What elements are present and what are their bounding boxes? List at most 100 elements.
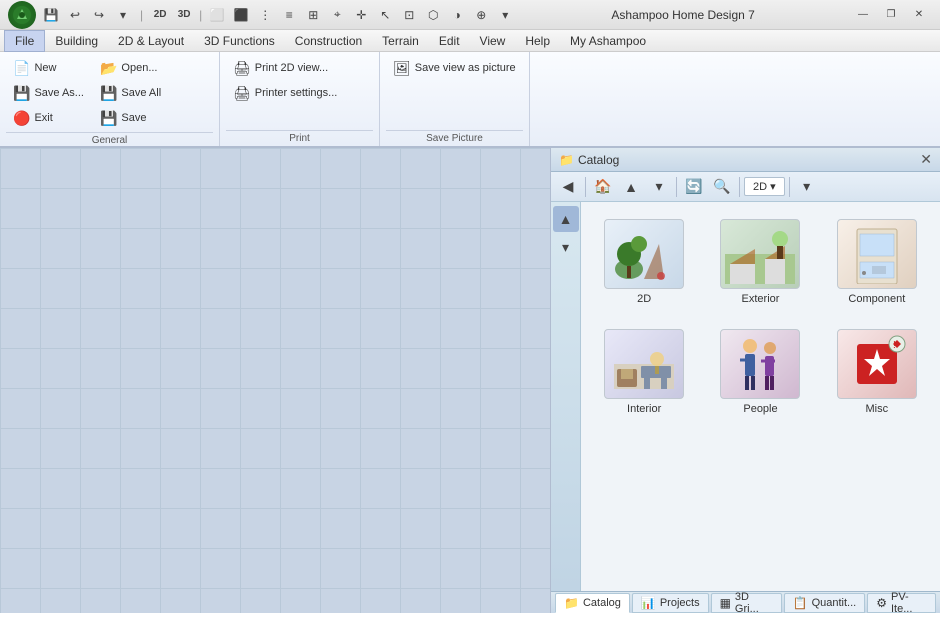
cat-sep-3 xyxy=(739,177,740,197)
save-all-button[interactable]: 💾 Save All xyxy=(93,81,168,105)
quick-tool11[interactable]: ◑ xyxy=(446,4,468,26)
separator2: | xyxy=(199,8,202,22)
quick-tool4[interactable]: ≡ xyxy=(278,4,300,26)
close-btn[interactable]: ✕ xyxy=(906,5,932,25)
menu-help[interactable]: Help xyxy=(515,30,560,52)
tab-3dgrid[interactable]: ▦ 3D Gri... xyxy=(711,593,782,613)
menu-construction[interactable]: Construction xyxy=(285,30,372,52)
menu-2dlayout[interactable]: 2D & Layout xyxy=(108,30,194,52)
tab-catalog-label: Catalog xyxy=(583,597,621,609)
cat-sep-2 xyxy=(676,177,677,197)
ribbon-col-savepic: 🖼 Save view as picture xyxy=(386,56,523,128)
new-button[interactable]: 📄 New xyxy=(6,56,91,80)
print-2d-button[interactable]: 🖨 Print 2D view... xyxy=(226,56,344,80)
catalog-title: 📁 Catalog xyxy=(559,153,619,167)
catalog-panel: 📁 Catalog ✕ ◀ 🏠 ▲ ▾ 🔄 🔍 2D ▾ ▾ ▲ ▾ xyxy=(550,148,940,613)
saveview-icon: 🖼 xyxy=(393,60,411,77)
quick-tool12[interactable]: ⊕ xyxy=(470,4,492,26)
cat-thumb-people xyxy=(720,329,800,399)
cat-more-btn[interactable]: ▾ xyxy=(794,175,820,199)
saveview-label: Save view as picture xyxy=(415,62,516,74)
menu-terrain[interactable]: Terrain xyxy=(372,30,429,52)
sidenav-btn-1[interactable]: ▲ xyxy=(553,206,579,232)
tab-projects-icon: 📊 xyxy=(641,596,656,610)
new-label: New xyxy=(34,62,56,74)
tab-quantity-label: Quantit... xyxy=(812,597,857,609)
cat-thumb-component xyxy=(837,219,917,289)
menu-view[interactable]: View xyxy=(470,30,516,52)
quick-access-toolbar: 💾 ↩ ↪ ▾ | 2D 3D | ⬜ ⬛ ⋮ ≡ ⊞ ⌖ ✛ ↖ ⊡ ⬡ ◑ … xyxy=(40,4,516,26)
quick-tool2[interactable]: ⬛ xyxy=(230,4,252,26)
exit-label: Exit xyxy=(34,112,52,124)
title-bar: 💾 ↩ ↪ ▾ | 2D 3D | ⬜ ⬛ ⋮ ≡ ⊞ ⌖ ✛ ↖ ⊡ ⬡ ◑ … xyxy=(0,0,940,30)
menu-bar: File Building 2D & Layout 3D Functions C… xyxy=(0,30,940,52)
save-as-button[interactable]: 💾 Save As... xyxy=(6,81,91,105)
exit-button[interactable]: 🔴 Exit xyxy=(6,106,91,130)
catalog-item-people[interactable]: People xyxy=(707,322,813,422)
menu-file[interactable]: File xyxy=(4,30,45,52)
quick-3d-btn[interactable]: 3D xyxy=(173,4,195,26)
menu-edit[interactable]: Edit xyxy=(429,30,470,52)
cat-2d-label[interactable]: 2D ▾ xyxy=(744,177,785,196)
catalog-close-button[interactable]: ✕ xyxy=(920,151,932,168)
quick-tool3[interactable]: ⋮ xyxy=(254,4,276,26)
cat-nav2-btn[interactable]: ▾ xyxy=(646,175,672,199)
cat-label-2d: 2D xyxy=(637,293,651,305)
sidenav-btn-2[interactable]: ▾ xyxy=(553,234,579,260)
ribbon-group-savepicture-content: 🖼 Save view as picture xyxy=(386,56,523,128)
saveas-label: Save As... xyxy=(34,87,84,99)
svg-text:!: ! xyxy=(893,340,896,351)
saveall-label: Save All xyxy=(121,87,161,99)
printer-settings-button[interactable]: 🖨 Printer settings... xyxy=(226,81,344,105)
catalog-item-component[interactable]: Component xyxy=(824,212,930,312)
quick-tool13[interactable]: ▾ xyxy=(494,4,516,26)
save-view-button[interactable]: 🖼 Save view as picture xyxy=(386,56,523,80)
menu-3dfunctions[interactable]: 3D Functions xyxy=(194,30,285,52)
general-group-label: General xyxy=(6,132,213,146)
cat-refresh-btn[interactable]: 🔄 xyxy=(681,175,707,199)
quick-tool9[interactable]: ⊡ xyxy=(398,4,420,26)
quick-tool6[interactable]: ⌖ xyxy=(326,4,348,26)
tab-projects[interactable]: 📊 Projects xyxy=(632,593,709,613)
quick-redo-btn[interactable]: ↪ xyxy=(88,4,110,26)
print2d-label: Print 2D view... xyxy=(255,62,328,74)
quick-tool8[interactable]: ↖ xyxy=(374,4,396,26)
quick-undo-btn[interactable]: ↩ xyxy=(64,4,86,26)
quick-tool10[interactable]: ⬡ xyxy=(422,4,444,26)
menu-myashampoo[interactable]: My Ashampoo xyxy=(560,30,656,52)
menu-building[interactable]: Building xyxy=(45,30,108,52)
open-button[interactable]: 📂 Open... xyxy=(93,56,168,80)
quick-tool7[interactable]: ✛ xyxy=(350,4,372,26)
catalog-item-2d[interactable]: 2D xyxy=(591,212,697,312)
cat-home-btn[interactable]: 🏠 xyxy=(590,175,616,199)
tab-pvitems[interactable]: ⚙ PV-Ite... xyxy=(867,593,936,613)
open-icon: 📂 xyxy=(100,60,117,77)
catalog-item-exterior[interactable]: Exterior xyxy=(707,212,813,312)
print-group-label: Print xyxy=(226,130,373,144)
quick-save-btn[interactable]: 💾 xyxy=(40,4,62,26)
new-icon: 📄 xyxy=(13,60,30,77)
tab-projects-label: Projects xyxy=(660,597,700,609)
minimize-btn[interactable]: — xyxy=(850,5,876,25)
tab-quantity[interactable]: 📋 Quantit... xyxy=(784,593,866,613)
save-button[interactable]: 💾 Save xyxy=(93,106,168,130)
catalog-folder-icon: 📁 xyxy=(559,153,574,167)
cat-nav1-btn[interactable]: ▲ xyxy=(618,175,644,199)
cat-label-interior: Interior xyxy=(627,403,661,415)
canvas-area[interactable] xyxy=(0,148,550,613)
catalog-item-interior[interactable]: Interior xyxy=(591,322,697,422)
tab-catalog[interactable]: 📁 Catalog xyxy=(555,593,630,613)
catalog-item-misc[interactable]: ! Misc xyxy=(824,322,930,422)
open-label: Open... xyxy=(121,62,157,74)
maximize-btn[interactable]: ❐ xyxy=(878,5,904,25)
quick-tool5[interactable]: ⊞ xyxy=(302,4,324,26)
quick-tool1[interactable]: ⬜ xyxy=(206,4,228,26)
quick-dropdown-btn[interactable]: ▾ xyxy=(112,4,134,26)
separator: | xyxy=(140,8,143,22)
cat-label-exterior: Exterior xyxy=(742,293,780,305)
cat-search-btn[interactable]: 🔍 xyxy=(709,175,735,199)
cat-back-btn[interactable]: ◀ xyxy=(555,175,581,199)
quick-2d-btn[interactable]: 2D xyxy=(149,4,171,26)
ribbon: 📄 New 💾 Save As... 🔴 Exit 📂 Open... xyxy=(0,52,940,148)
tab-3dgrid-icon: ▦ xyxy=(720,596,731,610)
